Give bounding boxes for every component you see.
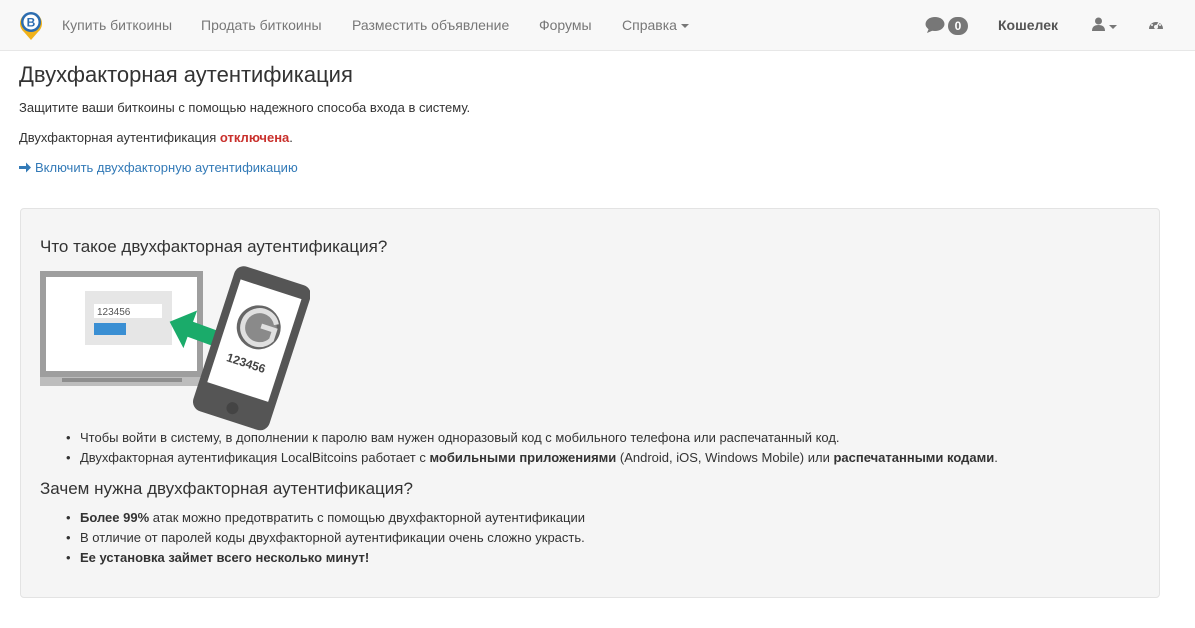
svg-text:B: B: [27, 16, 36, 30]
nav-buy-bitcoins[interactable]: Купить биткоины: [62, 17, 172, 33]
user-menu[interactable]: [1092, 17, 1117, 34]
two-factor-status-text: Двухфакторная аутентификация отключена.: [19, 130, 293, 145]
enable-2fa-link[interactable]: Включить двухфакторную аутентификацию: [19, 160, 298, 175]
bullet-text: .: [994, 450, 998, 465]
info-panel: Что такое двухфакторная аутентификация? …: [20, 208, 1160, 598]
chevron-down-icon: [680, 24, 689, 29]
arrow-right-icon: [19, 162, 31, 173]
status-prefix: Двухфакторная аутентификация: [19, 130, 220, 145]
user-icon: [1092, 17, 1105, 31]
page-title: Двухфакторная аутентификация: [19, 62, 353, 87]
nav-post-ad[interactable]: Разместить объявление: [352, 17, 509, 33]
what-is-2fa-heading: Что такое двухфакторная аутентификация?: [40, 237, 388, 256]
intro-text: Защитите ваши биткоины с помощью надежно…: [19, 100, 471, 115]
list-item: Ее установка займет всего несколько мину…: [61, 550, 585, 570]
what-bullets-list: Чтобы войти в систему, в дополнении к па…: [61, 430, 998, 470]
bullet-text: Двухфакторная аутентификация LocalBitcoi…: [80, 450, 430, 465]
nav-help-label: Справка: [622, 17, 677, 33]
nav-help-dropdown[interactable]: Справка: [622, 17, 689, 33]
list-item: Чтобы войти в систему, в дополнении к па…: [61, 430, 998, 450]
comment-icon[interactable]: [925, 16, 945, 34]
bullet-bold-text: Более 99%: [80, 510, 150, 525]
bullet-text: (Android, iOS, Windows Mobile) или: [616, 450, 834, 465]
nav-sell-bitcoins[interactable]: Продать биткоины: [201, 17, 322, 33]
nav-wallet[interactable]: Кошелек: [998, 17, 1058, 33]
bullet-bold-text: мобильными приложениями: [429, 450, 617, 465]
messages-count-badge[interactable]: 0: [948, 17, 968, 35]
enable-2fa-label: Включить двухфакторную аутентификацию: [35, 160, 298, 175]
top-navbar: B Купить биткоины Продать биткоины Разме…: [0, 0, 1195, 51]
bullet-text: атак можно предотвратить с помощью двухф…: [149, 510, 586, 525]
why-2fa-heading: Зачем нужна двухфакторная аутентификация…: [40, 479, 413, 498]
why-bullets-list: Более 99% атак можно предотвратить с пом…: [61, 510, 585, 570]
chevron-down-icon: [1109, 25, 1117, 30]
nav-forums[interactable]: Форумы: [539, 17, 592, 33]
list-item: Двухфакторная аутентификация LocalBitcoi…: [61, 450, 998, 470]
list-item: Более 99% атак можно предотвратить с пом…: [61, 510, 585, 530]
status-suffix: .: [289, 130, 293, 145]
list-item: В отличие от паролей коды двухфакторной …: [61, 530, 585, 550]
two-factor-illustration: 123456 123456: [40, 266, 310, 431]
bullet-bold-text: распечатанными кодами: [833, 450, 995, 465]
localbitcoins-logo[interactable]: B: [17, 9, 45, 41]
laptop-code-text: 123456: [97, 307, 131, 318]
dashboard-icon[interactable]: [1148, 17, 1164, 31]
bullet-bold-text: Ее установка займет всего несколько мину…: [80, 550, 370, 565]
status-badge: отключена: [219, 130, 290, 145]
